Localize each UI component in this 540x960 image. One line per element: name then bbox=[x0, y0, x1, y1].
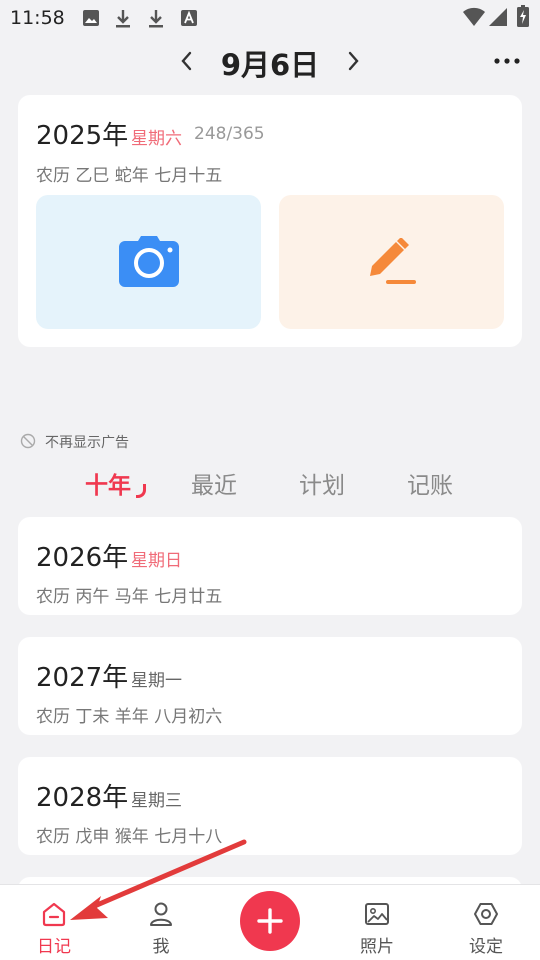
day-count: 248/365 bbox=[194, 124, 265, 144]
photo-icon bbox=[365, 903, 389, 925]
battery-charging-icon bbox=[517, 5, 529, 27]
nav-diary[interactable]: 日记 bbox=[14, 885, 94, 960]
nav-settings-label: 设定 bbox=[469, 937, 503, 957]
download-icon bbox=[116, 10, 130, 28]
add-photo-button[interactable] bbox=[36, 195, 261, 329]
today-weekday: 星期六 bbox=[131, 129, 182, 149]
tab-recent[interactable]: 最近 bbox=[169, 466, 259, 500]
more-dots-icon[interactable] bbox=[490, 48, 524, 74]
year-weekday: 星期三 bbox=[131, 791, 182, 811]
bottom-nav: 日记 我 照片 设定 bbox=[0, 884, 540, 960]
tab-plan[interactable]: 计划 bbox=[277, 466, 367, 500]
year-lunar-date: 农历 丙午 马年 七月廿五 bbox=[36, 587, 223, 607]
year-lunar-date: 农历 丁未 羊年 八月初六 bbox=[36, 707, 223, 727]
year-label: 2028年 bbox=[36, 783, 129, 813]
settings-hexagon-icon bbox=[474, 903, 498, 925]
nav-photos-label: 照片 bbox=[360, 937, 394, 957]
today-year: 2025年 bbox=[36, 121, 129, 151]
wifi-icon bbox=[463, 7, 485, 26]
nav-me-label: 我 bbox=[152, 937, 170, 957]
text-a-icon bbox=[181, 10, 197, 26]
year-card[interactable]: 2026年 星期日 农历 丙午 马年 七月廿五 bbox=[18, 517, 522, 615]
view-tabs: 十年 最近 计划 记账 bbox=[0, 462, 540, 502]
date-header: 9月6日 bbox=[0, 38, 540, 88]
camera-icon bbox=[118, 236, 179, 287]
status-bar: 11:58 bbox=[0, 0, 540, 38]
year-lunar-date: 农历 戊申 猴年 七月十八 bbox=[36, 827, 223, 847]
chevron-right-icon[interactable] bbox=[342, 47, 364, 75]
year-label: 2026年 bbox=[36, 543, 129, 573]
hide-ads-label: 不再显示广告 bbox=[45, 435, 129, 451]
today-lunar-date: 农历 乙巳 蛇年 七月十五 bbox=[36, 166, 223, 186]
today-card[interactable]: 2025年 星期六 248/365 农历 乙巳 蛇年 七月十五 bbox=[18, 95, 522, 347]
status-time: 11:58 bbox=[10, 7, 65, 29]
plus-icon bbox=[257, 908, 283, 934]
tab-accounting[interactable]: 记账 bbox=[385, 466, 475, 500]
download-icon bbox=[149, 10, 163, 28]
year-weekday: 星期日 bbox=[131, 551, 182, 571]
write-diary-button[interactable] bbox=[279, 195, 504, 329]
pencil-icon bbox=[369, 238, 416, 284]
year-weekday: 星期一 bbox=[131, 671, 182, 691]
nav-me[interactable]: 我 bbox=[121, 885, 201, 960]
person-icon bbox=[150, 902, 172, 926]
nav-settings[interactable]: 设定 bbox=[446, 885, 526, 960]
date-title[interactable]: 9月6日 bbox=[0, 42, 540, 84]
nav-photos[interactable]: 照片 bbox=[337, 885, 417, 960]
no-entry-icon bbox=[20, 433, 36, 449]
add-entry-button[interactable] bbox=[240, 891, 300, 951]
nav-diary-label: 日记 bbox=[37, 937, 71, 957]
diary-home-icon bbox=[42, 902, 66, 927]
year-card[interactable]: 2028年 星期三 农历 戊申 猴年 七月十八 bbox=[18, 757, 522, 855]
year-card[interactable]: 2027年 星期一 农历 丁未 羊年 八月初六 bbox=[18, 637, 522, 735]
image-icon bbox=[83, 10, 99, 26]
year-label: 2027年 bbox=[36, 663, 129, 693]
signal-icon bbox=[489, 8, 507, 26]
